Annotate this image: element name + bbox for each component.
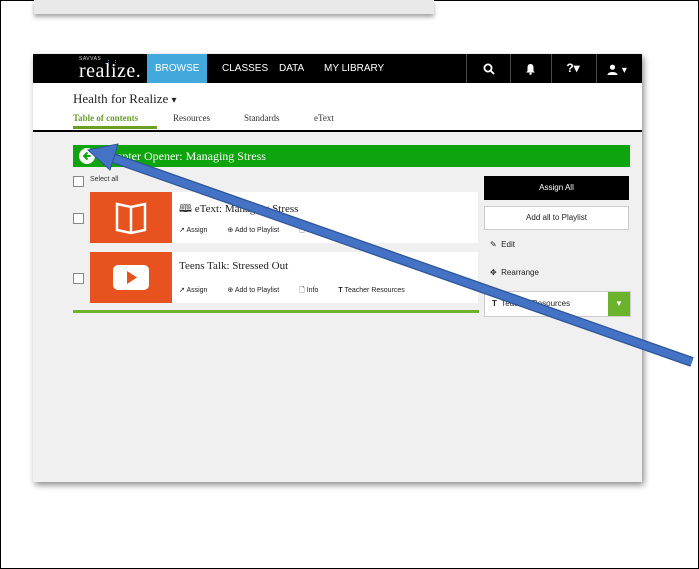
annotation-arrow [86,143,694,367]
